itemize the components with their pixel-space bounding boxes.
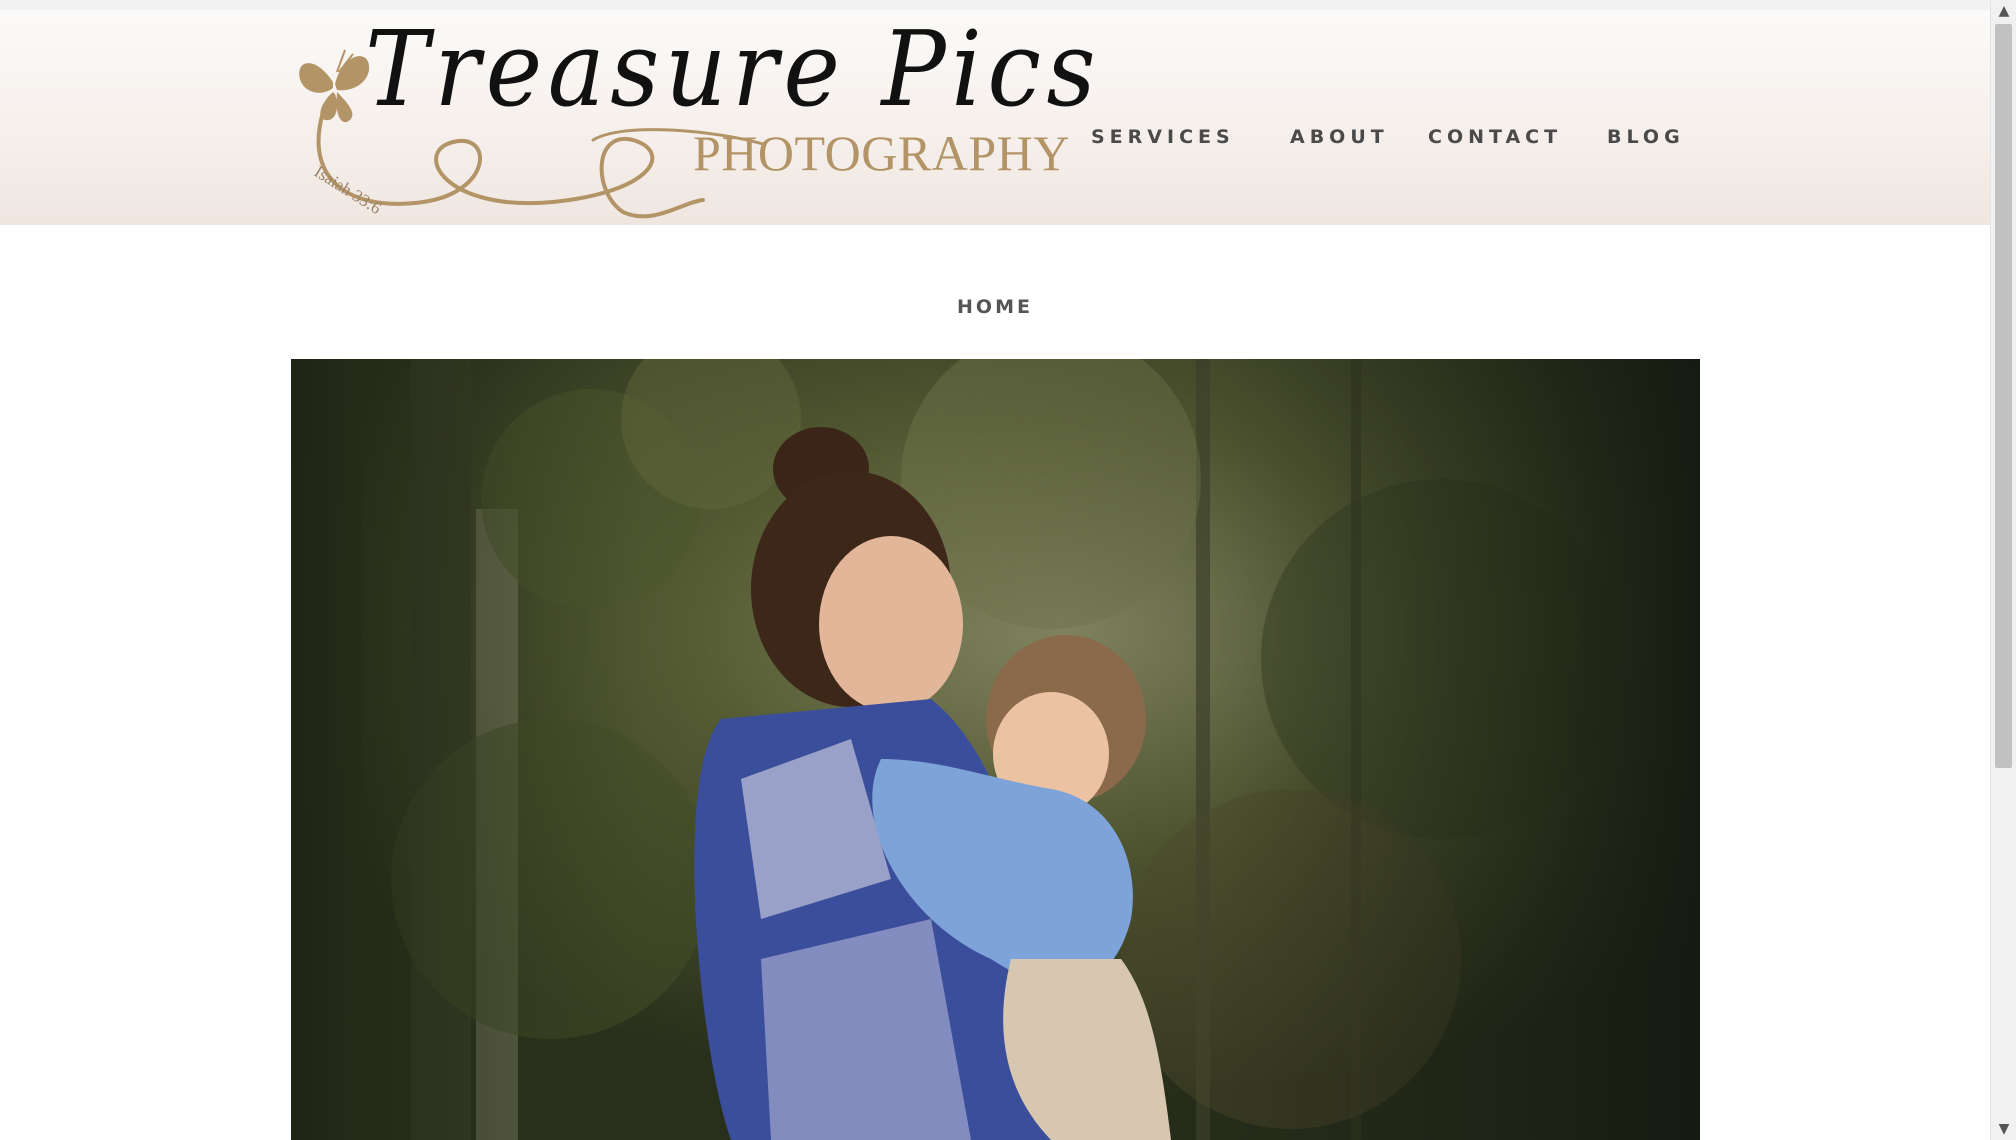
site-header: Treasure Pics PHOTOGRAPHY Isaiah 33:6 SE… [0, 0, 1990, 225]
nav-blog[interactable]: BLOG [1607, 126, 1685, 148]
hero-photo-image [291, 359, 1700, 1140]
logo-title: Treasure Pics [365, 8, 1102, 130]
logo-subtitle: PHOTOGRAPHY [693, 125, 1070, 181]
nav-contact[interactable]: CONTACT [1428, 126, 1562, 148]
nav-services[interactable]: SERVICES [1091, 126, 1235, 148]
browser-viewport: Treasure Pics PHOTOGRAPHY Isaiah 33:6 SE… [0, 0, 1990, 1140]
butterfly-icon [299, 49, 370, 123]
site-logo[interactable]: Treasure Pics PHOTOGRAPHY Isaiah 33:6 [293, 12, 1096, 222]
scroll-thumb[interactable] [1995, 24, 2012, 768]
vertical-scrollbar[interactable]: ▲ ▼ [1990, 0, 2016, 1140]
nav-about[interactable]: ABOUT [1290, 126, 1389, 148]
hero-photo [291, 359, 1700, 1140]
scroll-down-icon[interactable]: ▼ [1991, 1118, 2016, 1140]
scroll-up-icon[interactable]: ▲ [1991, 0, 2016, 22]
page-title: HOME [957, 296, 1033, 318]
